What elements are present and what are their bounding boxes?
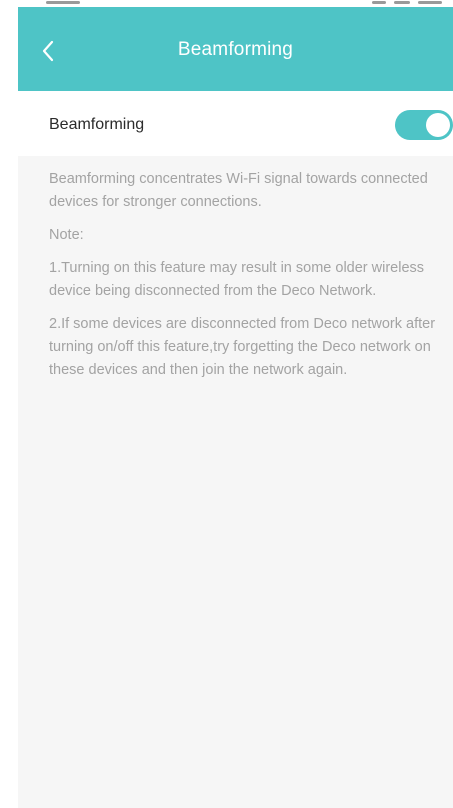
battery-icon [418,1,442,4]
status-bar [18,0,453,7]
signal-icon [372,1,386,4]
beamforming-label: Beamforming [49,116,145,133]
toggle-knob [426,113,450,137]
status-time-fragment [46,1,80,4]
beamforming-toggle[interactable] [395,110,453,140]
beamforming-setting-row: Beamforming [18,91,453,156]
nav-header: Beamforming [18,7,453,91]
note-item-2: 2.If some devices are disconnected from … [49,316,436,378]
note-item-1: 1.Turning on this feature may result in … [49,260,425,299]
description-block: Beamforming concentrates Wi-Fi signal to… [49,168,449,392]
description-intro: Beamforming concentrates Wi-Fi signal to… [49,171,428,210]
page-title: Beamforming [177,39,294,60]
wifi-icon [394,1,410,4]
app-screen: Beamforming Beamforming Beamforming conc… [18,0,453,808]
note-label: Note: [49,227,84,243]
